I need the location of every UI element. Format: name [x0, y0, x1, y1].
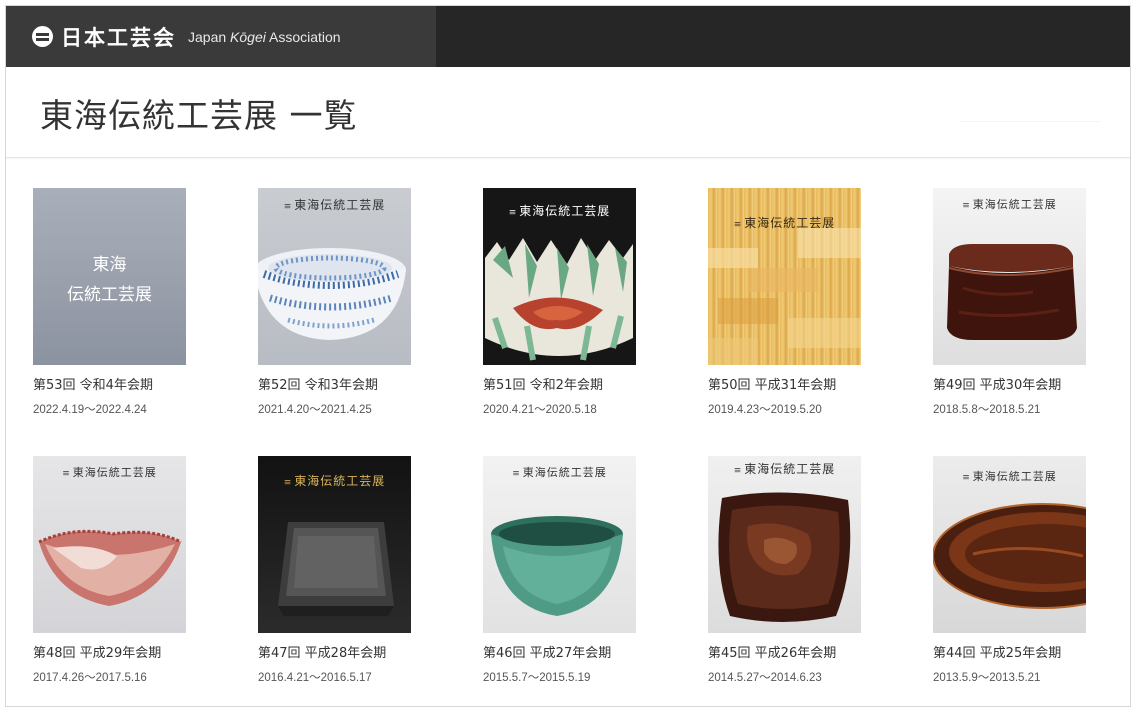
- exhibition-dates: 2018.5.8〜2018.5.21: [933, 404, 1041, 416]
- exhibition-poster[interactable]: ≡ 東海伝統工芸展: [933, 456, 1086, 633]
- exhibition-title[interactable]: 第44回 平成25年会期: [933, 642, 1137, 661]
- exhibition-dates: 2013.5.9〜2013.5.21: [933, 672, 1041, 684]
- exhibition-card[interactable]: ≡ 東海伝統工芸展 第46回 平成27年会期 2015.5.7〜2015.5.19: [483, 456, 708, 692]
- bowl-artwork-image: [491, 516, 623, 616]
- exhibition-title[interactable]: 第47回 平成28年会期: [258, 642, 483, 661]
- exhibition-dates: 2014.5.27〜2014.6.23: [708, 672, 822, 684]
- bowl-artwork-image: [258, 248, 406, 340]
- exhibition-title[interactable]: 第53回 令和4年会期: [33, 374, 258, 393]
- exhibition-poster[interactable]: ≡ 東海伝統工芸展: [258, 188, 411, 365]
- brand-name-en: Japan Kōgei Association: [188, 28, 341, 45]
- exhibition-poster[interactable]: ≡ 東海伝統工芸展: [483, 188, 636, 365]
- exhibition-poster[interactable]: ≡ 東海伝統工芸展: [933, 188, 1086, 365]
- exhibition-title[interactable]: 第45回 平成26年会期: [708, 642, 933, 661]
- exhibition-poster[interactable]: ≡ 東海伝統工芸展: [258, 456, 411, 633]
- lacquer-tray-artwork-image: [933, 503, 1086, 609]
- exhibition-card[interactable]: ≡ 東海伝統工芸展 第52回 令和3年会期 2021.4.20〜2021.4.25: [258, 188, 483, 424]
- exhibition-poster[interactable]: ≡ 東海伝統工芸展: [33, 456, 186, 633]
- exhibition-dates: 2015.5.7〜2015.5.19: [483, 672, 591, 684]
- textile-artwork-image: [708, 228, 861, 365]
- exhibition-card[interactable]: ≡ 東海伝統工芸展 第48回 平成29年会期 2017.4.26〜2017.5.1…: [33, 456, 258, 692]
- page-title: 東海伝統工芸展 一覧: [40, 96, 358, 135]
- exhibition-dates: 2017.4.26〜2017.5.16: [33, 672, 147, 684]
- exhibition-title[interactable]: 第48回 平成29年会期: [33, 642, 258, 661]
- japan-kogei-logo-icon: [32, 26, 53, 47]
- exhibition-poster[interactable]: 東海 伝統工芸展: [33, 188, 186, 365]
- page-header: 東海伝統工芸展 一覧: [6, 67, 1130, 158]
- exhibition-poster[interactable]: ≡ 東海伝統工芸展: [483, 456, 636, 633]
- top-nav-bar: 日本工芸会 Japan Kōgei Association: [6, 6, 1130, 67]
- exhibition-title[interactable]: 第46回 平成27年会期: [483, 642, 708, 661]
- poster-text: 東海 伝統工芸展: [67, 255, 152, 305]
- exhibition-title[interactable]: 第51回 令和2年会期: [483, 374, 708, 393]
- exhibition-poster[interactable]: ≡ 東海伝統工芸展: [708, 188, 861, 365]
- exhibition-grid: 東海 伝統工芸展 第53回 令和4年会期 2022.4.19〜2022.4.24…: [33, 188, 1103, 692]
- exhibition-title[interactable]: 第49回 平成30年会期: [933, 374, 1137, 393]
- bowl-artwork-image: [485, 238, 633, 361]
- exhibition-card[interactable]: ≡ 東海伝統工芸展 第51回 令和2年会期 2020.4.21〜2020.5.18: [483, 188, 708, 424]
- site-brand-link[interactable]: 日本工芸会 Japan Kōgei Association: [6, 6, 436, 67]
- exhibition-dates: 2020.4.21〜2020.5.18: [483, 404, 597, 416]
- exhibition-card[interactable]: ≡ 東海伝統工芸展 第50回 平成31年会期 2019.4.23〜2019.5.2…: [708, 188, 933, 424]
- exhibition-card[interactable]: ≡ 東海伝統工芸展 第44回 平成25年会期 2013.5.9〜2013.5.21: [933, 456, 1137, 692]
- exhibition-card[interactable]: ≡ 東海伝統工芸展 第47回 平成28年会期 2016.4.21〜2016.5.1…: [258, 456, 483, 692]
- search-area[interactable]: [960, 99, 1100, 122]
- exhibition-poster[interactable]: ≡ 東海伝統工芸展: [708, 456, 861, 633]
- exhibition-dates: 2022.4.19〜2022.4.24: [33, 404, 147, 416]
- exhibition-card[interactable]: 東海 伝統工芸展 第53回 令和4年会期 2022.4.19〜2022.4.24: [33, 188, 258, 424]
- wooden-tray-artwork-image: [718, 492, 851, 622]
- lacquer-box-artwork-image: [947, 244, 1077, 340]
- tray-artwork-image: [278, 522, 394, 616]
- exhibition-card[interactable]: ≡ 東海伝統工芸展 第45回 平成26年会期 2014.5.27〜2014.6.2…: [708, 456, 933, 692]
- exhibition-card[interactable]: ≡ 東海伝統工芸展 第49回 平成30年会期 2018.5.8〜2018.5.21: [933, 188, 1137, 424]
- exhibition-title[interactable]: 第52回 令和3年会期: [258, 374, 483, 393]
- brand-name-jp: 日本工芸会: [61, 25, 176, 50]
- exhibition-dates: 2019.4.23〜2019.5.20: [708, 404, 822, 416]
- bowl-artwork-image: [38, 529, 182, 606]
- exhibition-dates: 2016.4.21〜2016.5.17: [258, 672, 372, 684]
- exhibition-dates: 2021.4.20〜2021.4.25: [258, 404, 372, 416]
- exhibition-title[interactable]: 第50回 平成31年会期: [708, 374, 933, 393]
